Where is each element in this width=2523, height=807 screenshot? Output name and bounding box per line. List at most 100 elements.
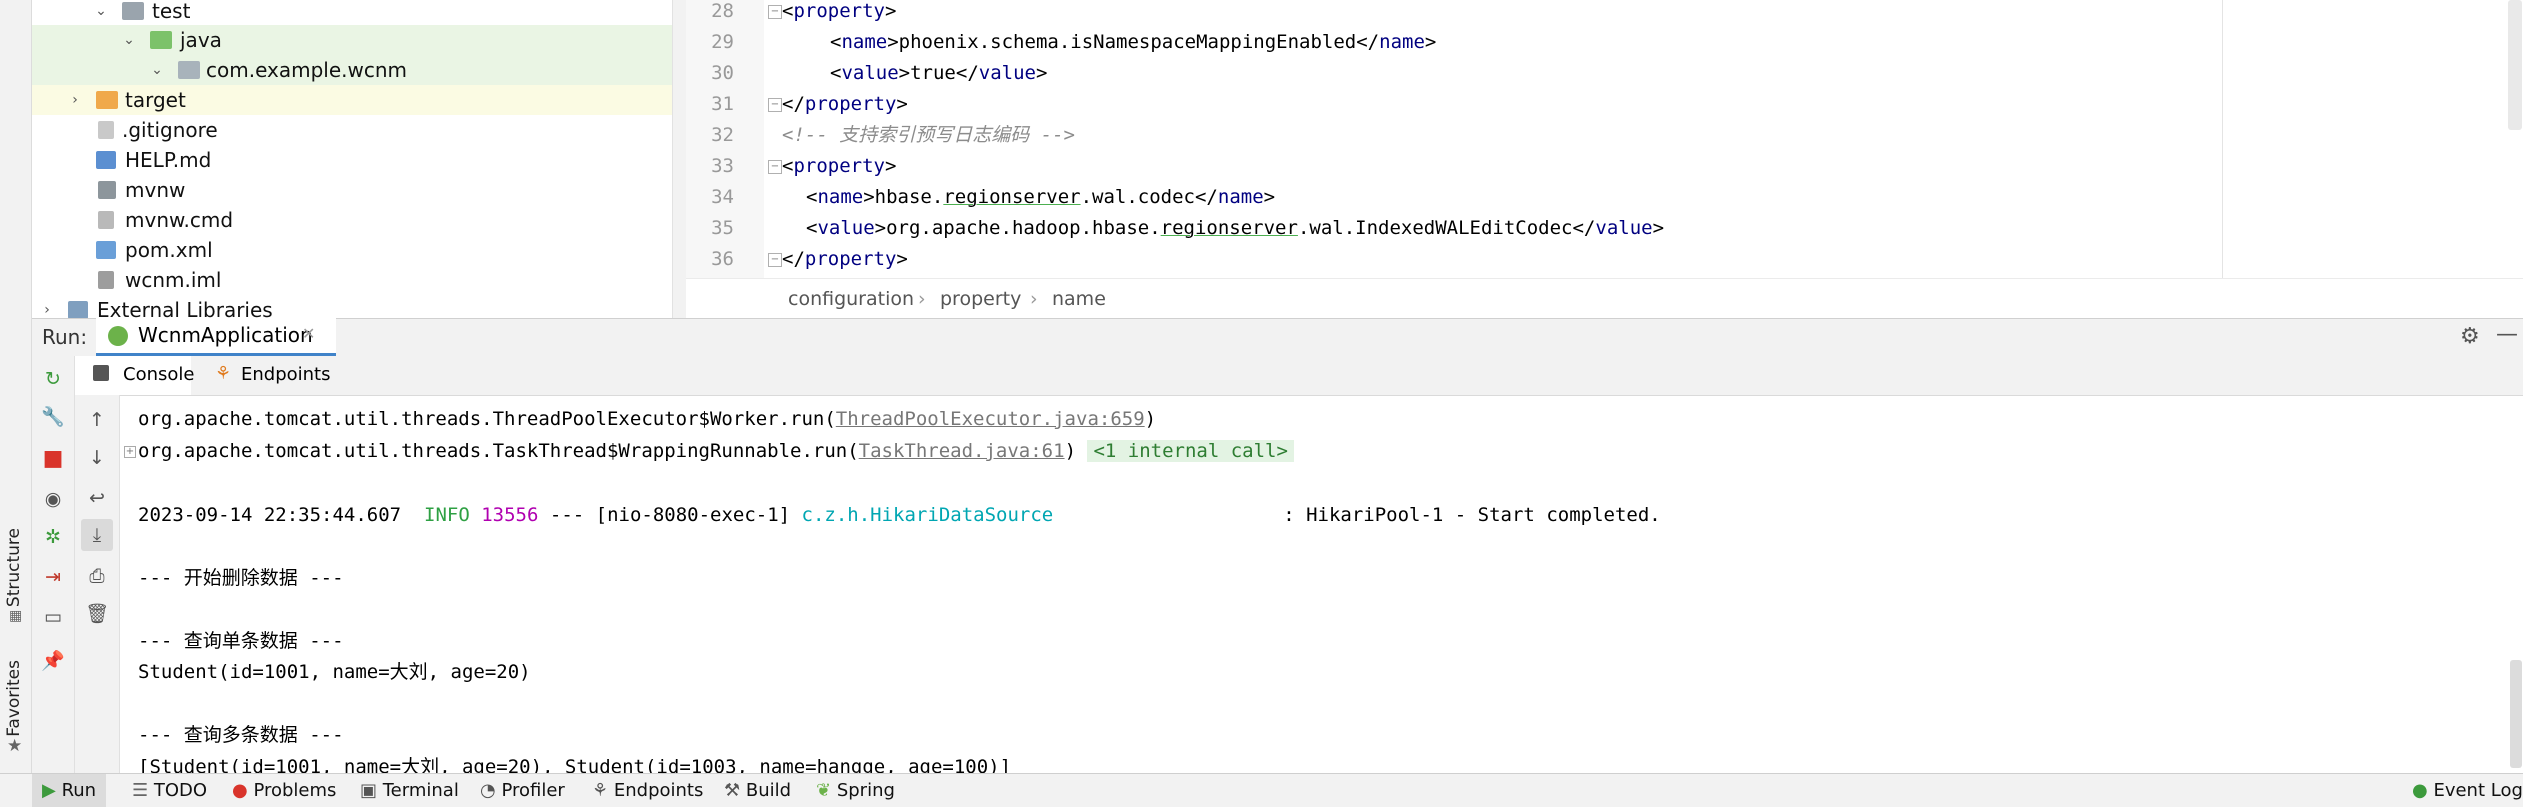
spring-tool-button[interactable]: ❦ Spring <box>816 774 895 807</box>
tab-endpoints-label: Endpoints <box>241 364 331 385</box>
internal-call-badge[interactable]: <1 internal call> <box>1087 440 1294 462</box>
minimize-icon[interactable]: — <box>2496 322 2518 347</box>
stacktrace-link[interactable]: TaskThread.java:61 <box>859 440 1065 462</box>
xml-tag: value <box>978 62 1036 84</box>
todo-tool-button[interactable]: ☰ TODO <box>132 774 207 807</box>
tab-console[interactable]: Console <box>75 356 194 395</box>
tab-endpoints[interactable]: ⚘ Endpoints <box>215 356 345 395</box>
wrench-icon[interactable]: 🔧 <box>40 404 66 430</box>
favorites-tool-button[interactable]: Favorites <box>4 660 24 737</box>
xml-text: regionserver <box>943 186 1081 208</box>
breadcrumb-item-configuration[interactable]: configuration <box>788 288 914 310</box>
play-icon: ▶ <box>42 780 56 801</box>
tree-item-help-md[interactable]: HELP.md <box>32 145 672 175</box>
gear-icon[interactable]: ⚙ <box>2460 324 2480 349</box>
trash-icon[interactable]: 🗑 <box>84 601 110 627</box>
xml-text: hbase. <box>874 186 944 208</box>
libraries-icon <box>68 301 88 318</box>
print-icon[interactable]: ⎙ <box>84 563 110 589</box>
run-tab-wcnmapplication[interactable]: WcnmApplication ✕ <box>96 318 336 356</box>
profiler-tool-label: Profiler <box>501 780 565 801</box>
console-text: org.apache.tomcat.util.threads.TaskThrea… <box>138 440 859 462</box>
stop-icon[interactable]: ■ <box>40 446 66 472</box>
fold-marker-icon[interactable]: − <box>768 5 782 19</box>
log-level: INFO <box>424 504 470 526</box>
event-log-button[interactable]: ● Event Log <box>2412 774 2523 807</box>
line-number: 32 <box>711 124 734 146</box>
tree-item-pom-xml[interactable]: pom.xml <box>32 235 672 265</box>
tree-item-label: mvnw.cmd <box>125 208 234 232</box>
scroll-to-end-icon[interactable]: ⤓ <box>81 519 113 551</box>
structure-tool-button[interactable]: Structure <box>4 528 24 607</box>
tree-item-mvnw-cmd[interactable]: mvnw.cmd <box>32 205 672 235</box>
structure-icon: ▦ <box>9 608 23 624</box>
editor-scrollbar[interactable] <box>2508 0 2522 130</box>
soft-wrap-icon[interactable]: ↩ <box>84 485 110 511</box>
console-line: org.apache.tomcat.util.threads.ThreadPoo… <box>138 404 1156 435</box>
tree-item-label: External Libraries <box>97 298 273 318</box>
error-icon: ● <box>232 780 248 801</box>
xml-tag: value <box>841 62 899 84</box>
build-tool-button[interactable]: ⚒ Build <box>724 774 791 807</box>
expand-icon[interactable]: + <box>124 446 136 458</box>
xml-text: .wal.codec <box>1080 186 1195 208</box>
chevron-down-icon[interactable]: ⌄ <box>122 33 136 47</box>
tree-item-wcnm-iml[interactable]: wcnm.iml <box>32 265 672 295</box>
profiler-tool-button[interactable]: ◔ Profiler <box>480 774 565 807</box>
endpoints-tool-button[interactable]: ⚘ Endpoints <box>592 774 703 807</box>
exit-icon[interactable]: ⇥ <box>40 564 66 590</box>
chevron-right-icon[interactable]: › <box>40 303 54 317</box>
console-line: --- 查询多条数据 --- <box>138 724 344 746</box>
layout-icon[interactable]: ▭ <box>40 604 66 630</box>
tree-item-target[interactable]: › target <box>32 85 672 115</box>
tree-scrollbar[interactable] <box>672 0 687 318</box>
tree-item-mvnw[interactable]: mvnw <box>32 175 672 205</box>
console-scrollbar[interactable] <box>2510 660 2522 768</box>
chevron-down-icon[interactable]: ⌄ <box>94 4 108 18</box>
arrow-down-icon[interactable]: ↓ <box>84 445 110 471</box>
tool-window-bar: ▶ Run ☰ TODO ● Problems ▣ Terminal ◔ Pro… <box>0 773 2523 807</box>
chevron-right-icon[interactable]: › <box>68 93 82 107</box>
fold-marker-icon[interactable]: − <box>768 98 782 112</box>
tree-item-package[interactable]: ⌄ com.example.wcnm <box>32 55 672 85</box>
chevron-down-icon[interactable]: ⌄ <box>150 63 164 77</box>
console-line: Student(id=1001, name=大刘, age=20) <box>138 661 531 683</box>
project-tree: ⌄ test ⌄ java ⌄ com.example.wcnm › targe… <box>32 0 672 318</box>
line-number: 30 <box>711 62 734 84</box>
close-icon[interactable]: ✕ <box>302 324 315 343</box>
arrow-up-icon[interactable]: ↑ <box>84 407 110 433</box>
event-log-label: Event Log <box>2433 780 2523 801</box>
run-tool-button[interactable]: ▶ Run <box>32 774 107 807</box>
hammer-icon: ⚒ <box>724 780 741 801</box>
fold-marker-icon[interactable]: − <box>768 253 782 267</box>
tree-item-test[interactable]: ⌄ test <box>32 0 672 26</box>
rerun-icon[interactable]: ↻ <box>40 366 66 392</box>
xml-text: org.apache.hadoop.hbase. <box>886 217 1161 239</box>
maven-file-icon <box>96 241 116 259</box>
camera-icon[interactable]: ◉ <box>40 486 66 512</box>
debug-bug-icon[interactable]: ✲ <box>40 524 66 550</box>
xml-tag: name <box>841 31 888 53</box>
iml-file-icon <box>98 271 114 289</box>
pin-icon[interactable]: 📌 <box>40 648 66 674</box>
problems-tool-button[interactable]: ● Problems <box>232 774 336 807</box>
tree-item-label: HELP.md <box>125 148 212 172</box>
favorites-label: Favorites <box>4 660 24 737</box>
tree-item-java[interactable]: ⌄ java <box>32 25 672 55</box>
terminal-tool-button[interactable]: ▣ Terminal <box>360 774 459 807</box>
tree-item-label: java <box>180 28 222 52</box>
tree-item-label: target <box>125 88 186 112</box>
tree-item-external-libraries[interactable]: › External Libraries <box>32 295 672 318</box>
tree-item-gitignore[interactable]: .gitignore <box>32 115 672 145</box>
source-folder-icon <box>150 31 172 49</box>
todo-tool-label: TODO <box>153 780 208 801</box>
code-line-33: <property> <box>782 155 897 177</box>
fold-marker-icon[interactable]: − <box>768 160 782 174</box>
log-line: 2023-09-14 22:35:44.607 INFO 13556 --- [… <box>138 500 1661 531</box>
xml-tag: name <box>1217 186 1264 208</box>
xml-text: phoenix.schema.isNamespaceMappingEnabled <box>898 31 1357 53</box>
breadcrumb-item-property[interactable]: property <box>940 288 1021 310</box>
line-number: 28 <box>711 0 734 22</box>
breadcrumb-item-name[interactable]: name <box>1052 288 1106 310</box>
stacktrace-link[interactable]: ThreadPoolExecutor.java:659 <box>836 408 1145 430</box>
